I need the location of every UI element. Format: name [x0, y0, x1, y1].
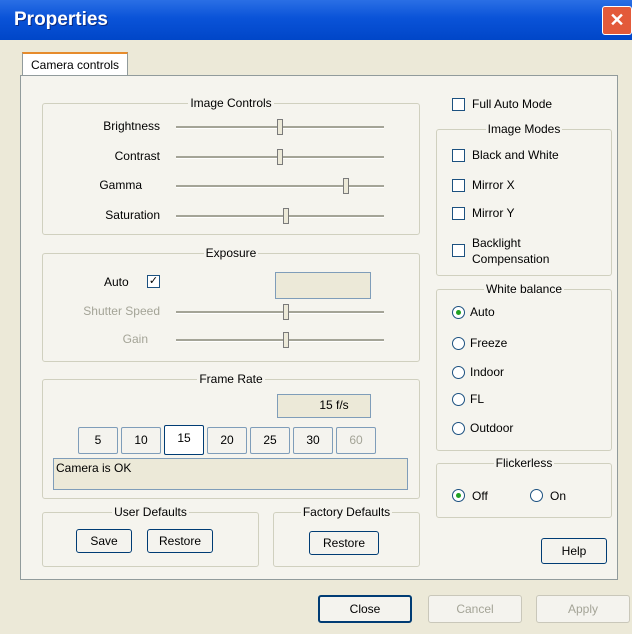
saturation-label: Saturation	[105, 208, 160, 222]
flickerless-off-radio[interactable]	[452, 489, 465, 502]
flickerless-group: Flickerless	[436, 456, 612, 518]
mirror-x-checkbox[interactable]	[452, 179, 465, 192]
user-restore-button[interactable]: Restore	[147, 529, 213, 553]
wb-auto-radio[interactable]	[452, 306, 465, 319]
flickerless-on-radio[interactable]	[530, 489, 543, 502]
wb-outdoor-label: Outdoor	[470, 421, 514, 435]
wb-auto-label: Auto	[470, 305, 495, 319]
contrast-label: Contrast	[114, 149, 160, 163]
wb-fl-radio[interactable]	[452, 393, 465, 406]
wb-indoor-radio[interactable]	[452, 366, 465, 379]
compensation-label: Compensation	[472, 252, 550, 266]
brightness-label: Brightness	[103, 119, 160, 133]
gamma-slider-track[interactable]	[176, 185, 384, 188]
close-icon[interactable]: ✕	[602, 6, 632, 35]
black-and-white-label: Black and White	[472, 148, 559, 162]
flickerless-off-label: Off	[472, 489, 488, 503]
gain-slider-thumb[interactable]	[283, 332, 289, 348]
frame-rate-20-button[interactable]: 20	[207, 427, 247, 454]
black-and-white-checkbox[interactable]	[452, 149, 465, 162]
shutter-speed-slider-thumb[interactable]	[283, 304, 289, 320]
wb-indoor-label: Indoor	[470, 365, 505, 379]
exposure-auto-label: Auto	[104, 275, 129, 289]
wb-fl-label: FL	[470, 392, 485, 406]
white-balance-legend: White balance	[485, 282, 563, 296]
shutter-speed-label: Shutter Speed	[83, 304, 160, 318]
mirror-y-checkbox[interactable]	[452, 207, 465, 220]
help-button[interactable]: Help	[541, 538, 607, 564]
exposure-value-box	[275, 272, 371, 299]
camera-status-text: Camera is OK	[56, 461, 132, 475]
frame-rate-60-button[interactable]: 60	[336, 427, 376, 454]
exposure-auto-checkbox[interactable]: ✓	[147, 275, 160, 288]
frame-rate-legend: Frame Rate	[199, 372, 263, 386]
frame-rate-display-text: 15 f/s	[319, 398, 349, 412]
frame-rate-25-button[interactable]: 25	[250, 427, 290, 454]
saturation-slider-thumb[interactable]	[283, 208, 289, 224]
cancel-button[interactable]: Cancel	[428, 595, 522, 623]
gamma-slider-thumb[interactable]	[343, 178, 349, 194]
wb-outdoor-radio[interactable]	[452, 422, 465, 435]
frame-rate-5-button[interactable]: 5	[78, 427, 118, 454]
contrast-slider-thumb[interactable]	[277, 149, 283, 165]
full-auto-mode-label: Full Auto Mode	[472, 97, 553, 111]
frame-rate-30-button[interactable]: 30	[293, 427, 333, 454]
saturation-slider-track[interactable]	[176, 215, 384, 218]
wb-freeze-radio[interactable]	[452, 337, 465, 350]
gain-label: Gain	[122, 332, 148, 346]
gamma-label: Gamma	[99, 178, 142, 192]
full-auto-mode-checkbox[interactable]	[452, 98, 465, 111]
image-controls-legend: Image Controls	[190, 96, 272, 110]
window-title: Properties	[14, 9, 108, 30]
user-save-button[interactable]: Save	[76, 529, 132, 553]
flickerless-legend: Flickerless	[495, 456, 553, 470]
frame-rate-10-button[interactable]: 10	[121, 427, 161, 454]
factory-defaults-legend: Factory Defaults	[302, 505, 391, 519]
flickerless-on-label: On	[550, 489, 567, 503]
brightness-slider-thumb[interactable]	[277, 119, 283, 135]
close-button[interactable]: Close	[318, 595, 412, 623]
shutter-speed-slider-track[interactable]	[176, 311, 384, 314]
frame-rate-display: 15 f/s	[277, 394, 371, 418]
backlight-label: Backlight	[472, 236, 521, 250]
frame-rate-15-button[interactable]: 15	[164, 425, 204, 455]
factory-restore-button[interactable]: Restore	[309, 531, 379, 555]
title-bar: Properties ✕	[0, 0, 632, 40]
wb-freeze-label: Freeze	[470, 336, 508, 350]
exposure-legend: Exposure	[205, 246, 257, 260]
mirror-y-label: Mirror Y	[472, 206, 515, 220]
backlight-compensation-checkbox[interactable]	[452, 244, 465, 257]
apply-button[interactable]: Apply	[536, 595, 630, 623]
user-defaults-legend: User Defaults	[114, 505, 187, 519]
image-modes-legend: Image Modes	[487, 122, 561, 136]
mirror-x-label: Mirror X	[472, 178, 515, 192]
camera-status-box: Camera is OK	[53, 458, 408, 490]
gain-slider-track[interactable]	[176, 339, 384, 342]
